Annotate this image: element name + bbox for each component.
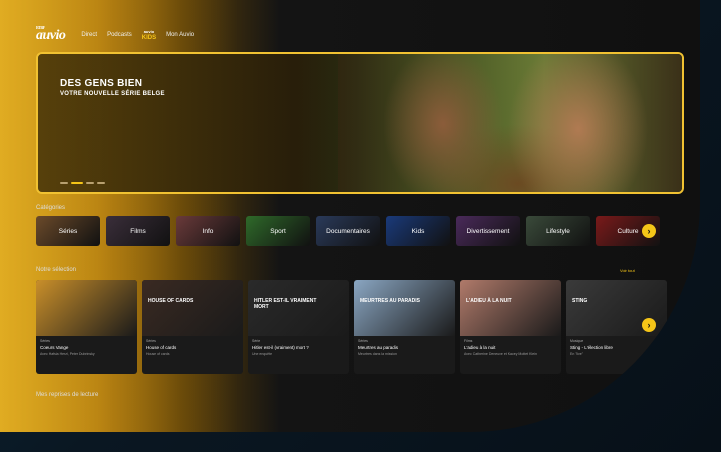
auvio-logo[interactable]: RTBF auvio <box>36 26 66 44</box>
card-poster-text: HOUSE OF CARDS <box>148 298 194 304</box>
categories-heading: Catégories <box>36 205 66 211</box>
hero-pagination <box>60 182 105 184</box>
card-tag: Séries <box>40 339 50 343</box>
category-label: Kids <box>411 227 425 235</box>
card-poster-text: L'ADIEU À LA NUIT <box>466 298 512 304</box>
card-thumbnail <box>36 280 137 336</box>
nav-kids[interactable]: auvio KIDS <box>142 29 156 41</box>
card-description: House of cards <box>146 352 170 356</box>
categories-row: Séries Films Info Sport Documentaires Kids Div… <box>36 216 660 246</box>
category-tile[interactable]: Sport <box>246 216 310 246</box>
card-title: Sting - L'élection libre <box>570 345 613 350</box>
content-card[interactable]: MEURTRES AU PARADIS Séries Meurtres au par… <box>354 280 455 374</box>
voir-tout-link[interactable]: Voir tout <box>620 268 635 273</box>
content-card[interactable]: HOUSE OF CARDS Séries House of cards House … <box>142 280 243 374</box>
card-description: En "live" <box>570 352 583 356</box>
category-label: Lifestyle <box>546 227 570 235</box>
hero-subtitle: VOTRE NOUVELLE SÉRIE BELGE <box>60 91 165 97</box>
category-tile[interactable]: Films <box>106 216 170 246</box>
category-label: Documentaires <box>326 227 370 235</box>
card-tag: Séries <box>358 339 368 343</box>
nav-mon-auvio[interactable]: Mon Auvio <box>166 32 194 38</box>
category-label: Sport <box>270 227 286 235</box>
category-label: Films <box>130 227 146 235</box>
top-navigation: RTBF auvio Direct Podcasts auvio KIDS Mo… <box>36 26 194 44</box>
category-tile[interactable]: Séries <box>36 216 100 246</box>
category-label: Culture <box>617 227 639 235</box>
tv-screen: RTBF auvio Direct Podcasts auvio KIDS Mo… <box>0 0 700 432</box>
content-card[interactable]: L'ADIEU À LA NUIT Films L'adieu à la nuit A… <box>460 280 561 374</box>
nav-podcasts[interactable]: Podcasts <box>107 32 132 38</box>
card-title: House of cards <box>146 345 177 350</box>
card-thumbnail: MEURTRES AU PARADIS <box>354 280 455 336</box>
category-tile[interactable]: Documentaires <box>316 216 380 246</box>
slide-dot[interactable] <box>60 182 68 184</box>
screen: RTBF auvio Direct Podcasts auvio KIDS Mo… <box>0 0 721 452</box>
slide-dot[interactable] <box>97 182 105 184</box>
card-poster-text: MEURTRES AU PARADIS <box>360 298 421 304</box>
card-description: Avec Hafsia Herzi, Peter Dubrinsky <box>40 352 95 356</box>
card-description: Avec Catherine Deneuve et Kacey Mottet K… <box>464 352 537 356</box>
hero-title: DES GENS BIEN <box>60 78 143 89</box>
card-title: Coeurs Vange <box>40 345 69 350</box>
hero-image <box>338 54 682 192</box>
nav-direct[interactable]: Direct <box>81 32 97 38</box>
card-thumbnail: L'ADIEU À LA NUIT <box>460 280 561 336</box>
card-tag: Séries <box>146 339 156 343</box>
hero-banner[interactable]: DES GENS BIEN VOTRE NOUVELLE SÉRIE BELGE <box>36 52 684 194</box>
card-description: Une enquête <box>252 352 273 356</box>
card-title: Hitler est-il (vraiment) mort ? <box>252 345 309 350</box>
selection-heading: Notre sélection <box>36 267 77 273</box>
card-tag: Musique <box>570 339 584 343</box>
slide-dot[interactable] <box>86 182 94 184</box>
category-label: Info <box>202 227 214 235</box>
card-thumbnail: HITLER EST-IL VRAIMENT MORT <box>248 280 349 336</box>
selection-row: Séries Coeurs Vange Avec Hafsia Herzi, Pet… <box>36 280 667 374</box>
card-poster-text: HITLER EST-IL VRAIMENT MORT <box>254 298 317 310</box>
slide-dot-active[interactable] <box>71 182 83 184</box>
card-poster-text: STING <box>572 298 588 304</box>
card-tag: Films <box>464 339 473 343</box>
category-tile[interactable]: Info <box>176 216 240 246</box>
card-tag: Série <box>252 339 261 343</box>
category-tile[interactable]: Lifestyle <box>526 216 590 246</box>
category-tile[interactable]: Kids <box>386 216 450 246</box>
reprises-heading: Mes reprises de lecture <box>36 392 99 398</box>
card-thumbnail: HOUSE OF CARDS <box>142 280 243 336</box>
content-card[interactable]: Séries Coeurs Vange Avec Hafsia Herzi, Pet… <box>36 280 137 374</box>
selection-next-arrow-icon[interactable]: › <box>642 318 656 332</box>
category-label: Divertissement <box>466 227 510 235</box>
card-title: Meurtres au paradis <box>358 345 399 350</box>
card-title: L'adieu à la nuit <box>464 345 496 350</box>
category-tile[interactable]: Divertissement <box>456 216 520 246</box>
content-card[interactable]: HITLER EST-IL VRAIMENT MORT Série Hitler e… <box>248 280 349 374</box>
category-label: Séries <box>58 227 78 235</box>
card-description: Meurtres dans la mission <box>358 352 397 356</box>
categories-next-arrow-icon[interactable]: › <box>642 224 656 238</box>
